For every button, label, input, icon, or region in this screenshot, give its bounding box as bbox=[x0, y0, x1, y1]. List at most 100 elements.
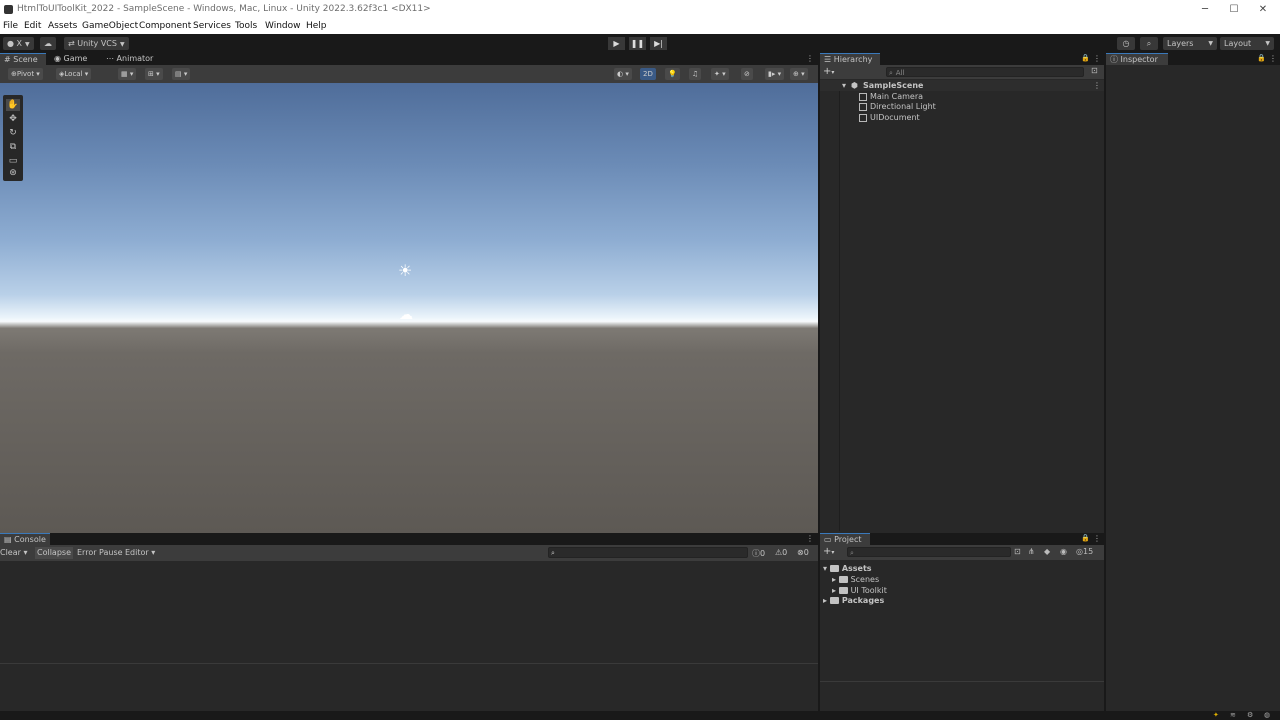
lightbulb-icon[interactable]: ✦ bbox=[1213, 711, 1219, 719]
collapse-toggle[interactable]: Collapse bbox=[35, 547, 73, 559]
pause-button[interactable]: ❚❚ bbox=[629, 37, 646, 50]
clear-button[interactable]: Clear ▾ bbox=[0, 548, 27, 557]
editor-dropdown[interactable]: Editor ▾ bbox=[125, 548, 155, 557]
gizmos-button[interactable]: ⊕ ▾ bbox=[790, 68, 808, 80]
unity-app-icon bbox=[4, 5, 13, 14]
error-count-toggle[interactable]: ⊗0 bbox=[797, 548, 809, 557]
menu-window[interactable]: Window bbox=[265, 21, 301, 31]
search-icon: ⌕ bbox=[889, 69, 893, 77]
progress-icon[interactable]: ≋ bbox=[1230, 711, 1236, 719]
rect-tool-icon[interactable]: ▭ bbox=[6, 155, 20, 167]
search-by-type-icon[interactable]: ⊡ bbox=[1091, 66, 1098, 75]
eye-slash-icon: ⊘ bbox=[744, 70, 750, 78]
filter-type-icon[interactable]: ⋔ bbox=[1028, 547, 1035, 556]
tree-item-assets[interactable]: ▾ Assets bbox=[823, 563, 872, 574]
hand-tool-icon[interactable]: ✋ bbox=[6, 99, 20, 111]
step-icon: ▶| bbox=[654, 39, 663, 48]
search-scope-icon[interactable]: ⊡ bbox=[1014, 547, 1021, 556]
notification-icon[interactable]: ◍ bbox=[1264, 711, 1270, 719]
local-toggle[interactable]: ◈Local ▾ bbox=[56, 68, 92, 80]
scale-tool-icon[interactable]: ⧉ bbox=[6, 141, 20, 153]
lock-icon[interactable]: 🔒 bbox=[1257, 54, 1266, 63]
tab-console[interactable]: ▤ Console bbox=[0, 533, 50, 545]
inspector-tab-bar: ⓘ Inspector 🔒 ⋮ bbox=[1106, 53, 1280, 65]
scene-menu-icon[interactable]: ⋮ bbox=[806, 53, 814, 65]
layout-dropdown[interactable]: Layout ▼ bbox=[1220, 37, 1274, 50]
camera-settings-button[interactable]: ▮▸ ▾ bbox=[765, 68, 785, 80]
tree-item-scenes[interactable]: ▸ Scenes bbox=[832, 574, 879, 585]
hidden-packages-toggle[interactable]: ◎15 bbox=[1076, 547, 1093, 556]
hierarchy-item-directional-light[interactable]: Directional Light bbox=[859, 101, 936, 112]
bug-icon[interactable]: ⚙ bbox=[1247, 711, 1253, 719]
minimize-icon[interactable]: ─ bbox=[1190, 0, 1220, 19]
transform-tool-icon[interactable]: ⊛ bbox=[6, 167, 20, 179]
gameobject-icon bbox=[859, 92, 867, 101]
account-button[interactable]: ● X ▼ bbox=[3, 37, 34, 50]
window-title-bar: HtmlToUIToolKit_2022 - SampleScene - Win… bbox=[0, 0, 1280, 19]
scene-menu-icon[interactable]: ⋮ bbox=[1093, 80, 1101, 91]
directional-light-gizmo-icon[interactable]: ☀ bbox=[398, 261, 412, 280]
tab-hierarchy[interactable]: ☰ Hierarchy bbox=[820, 53, 880, 65]
expand-arrow-icon[interactable]: ▾ bbox=[842, 80, 846, 91]
lock-icon[interactable]: 🔒 bbox=[1081, 534, 1090, 543]
toggle-2d-button[interactable]: 2D bbox=[640, 68, 656, 80]
scene-viewport[interactable]: ☀ ☁ bbox=[0, 83, 818, 533]
hierarchy-search-input[interactable]: ⌕ All bbox=[886, 67, 1084, 77]
lock-icon[interactable]: 🔒 bbox=[1081, 54, 1090, 63]
menu-services[interactable]: Services bbox=[193, 21, 231, 31]
step-button[interactable]: ▶| bbox=[650, 37, 667, 50]
project-menu-icon[interactable]: ⋮ bbox=[1093, 533, 1101, 545]
cloud-gizmo-icon[interactable]: ☁ bbox=[399, 307, 413, 323]
menu-edit[interactable]: Edit bbox=[24, 21, 41, 31]
tab-animator[interactable]: ⋯ Animator bbox=[102, 53, 162, 65]
layout-label: Layout bbox=[1224, 39, 1252, 48]
add-object-button[interactable]: +▾ bbox=[823, 66, 834, 77]
menu-help[interactable]: Help bbox=[306, 21, 327, 31]
draw-mode-button[interactable]: ◐ ▾ bbox=[614, 68, 632, 80]
create-asset-button[interactable]: +▾ bbox=[823, 546, 834, 557]
move-tool-icon[interactable]: ✥ bbox=[6, 113, 20, 125]
audio-toggle[interactable]: ♫ bbox=[689, 68, 702, 80]
increment-snap-button[interactable]: ⊞ ▾ bbox=[145, 68, 163, 80]
history-button[interactable]: ◷ bbox=[1117, 37, 1135, 50]
tab-game[interactable]: ◉ Game bbox=[50, 53, 98, 65]
close-icon[interactable]: ✕ bbox=[1248, 0, 1278, 19]
inspector-menu-icon[interactable]: ⋮ bbox=[1269, 53, 1277, 65]
filter-label-icon[interactable]: ◆ bbox=[1044, 547, 1050, 556]
layers-label: Layers bbox=[1167, 39, 1194, 48]
log-count-toggle[interactable]: ⓘ0 bbox=[752, 548, 765, 559]
pivot-toggle[interactable]: ⊕Pivot ▾ bbox=[8, 68, 43, 80]
cloud-button[interactable]: ☁ bbox=[40, 37, 56, 50]
rotate-tool-icon[interactable]: ↻ bbox=[6, 127, 20, 139]
play-button[interactable]: ▶ bbox=[608, 37, 625, 50]
menu-gameobject[interactable]: GameObject bbox=[82, 21, 138, 31]
tab-scene[interactable]: # Scene bbox=[0, 53, 46, 65]
tab-project[interactable]: ▭ Project bbox=[820, 533, 870, 545]
hierarchy-item-uidocument[interactable]: UIDocument bbox=[859, 112, 920, 123]
menu-file[interactable]: File bbox=[3, 21, 18, 31]
grid-snap-button[interactable]: ▦ ▾ bbox=[118, 68, 137, 80]
console-search-input[interactable]: ⌕ bbox=[548, 547, 748, 558]
lighting-toggle[interactable]: 💡 bbox=[665, 68, 680, 80]
search-button[interactable]: ⌕ bbox=[1140, 37, 1158, 50]
console-menu-icon[interactable]: ⋮ bbox=[806, 533, 814, 545]
tab-inspector[interactable]: ⓘ Inspector bbox=[1106, 53, 1168, 65]
hierarchy-menu-icon[interactable]: ⋮ bbox=[1093, 53, 1101, 65]
menu-component[interactable]: Component bbox=[139, 21, 191, 31]
menu-assets[interactable]: Assets bbox=[48, 21, 77, 31]
menu-tools[interactable]: Tools bbox=[235, 21, 257, 31]
favorite-icon[interactable]: ◉ bbox=[1060, 547, 1067, 556]
project-search-input[interactable]: ⌕ bbox=[847, 547, 1011, 557]
warning-count-toggle[interactable]: ⚠0 bbox=[775, 548, 787, 557]
layers-dropdown[interactable]: Layers ▼ bbox=[1163, 37, 1217, 50]
unity-vcs-button[interactable]: ⇄ Unity VCS ▼ bbox=[64, 37, 129, 50]
gamepad-icon: ◉ bbox=[54, 54, 61, 63]
maximize-icon[interactable]: ☐ bbox=[1219, 0, 1249, 19]
scene-visibility-toggle[interactable]: ⊘ bbox=[741, 68, 753, 80]
gizmo-grid-button[interactable]: ▤ ▾ bbox=[172, 68, 191, 80]
tree-item-packages[interactable]: ▸ Packages bbox=[823, 595, 884, 606]
effects-toggle[interactable]: ✦ ▾ bbox=[711, 68, 729, 80]
grid-icon: # bbox=[4, 55, 11, 64]
error-pause-toggle[interactable]: Error Pause bbox=[77, 548, 123, 557]
scene-root-row[interactable]: ▾ ⬢ SampleScene ⋮ bbox=[820, 80, 1104, 91]
